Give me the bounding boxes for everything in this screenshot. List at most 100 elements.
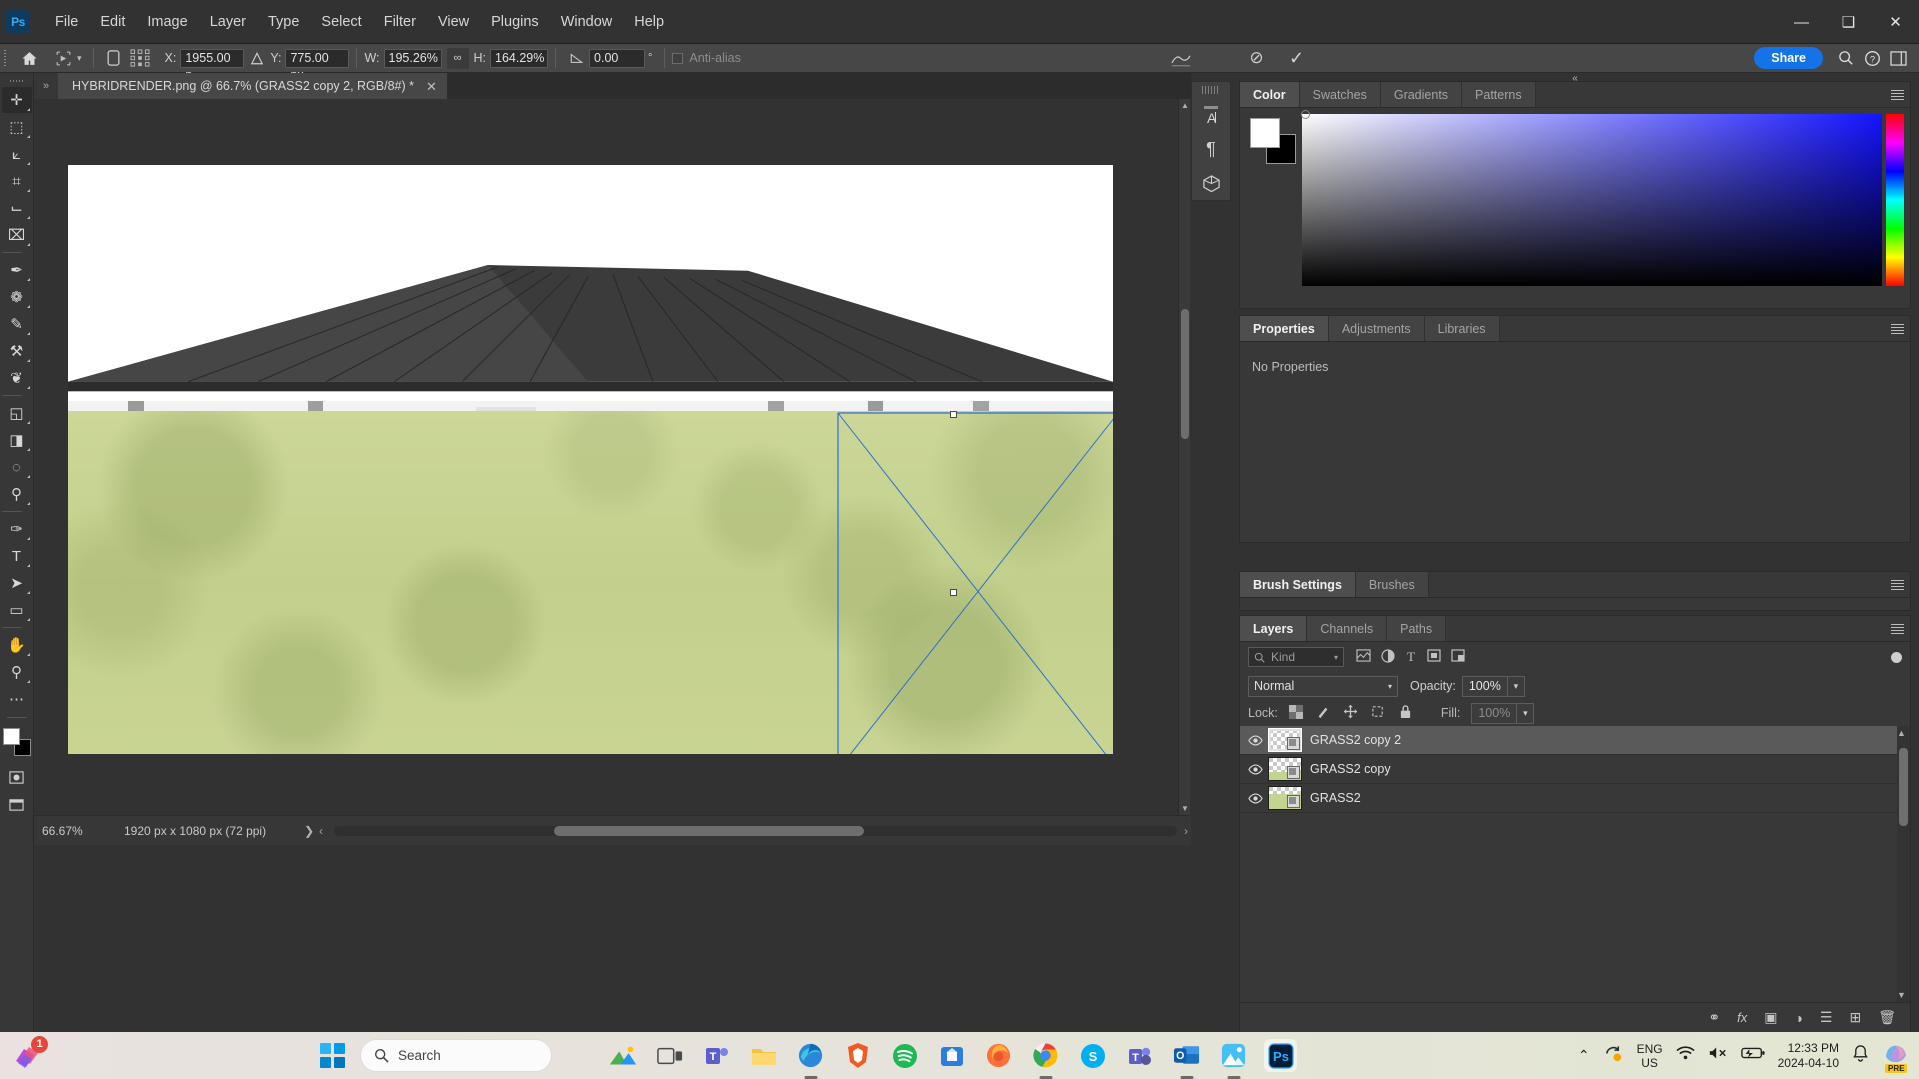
tab-adjustments[interactable]: Adjustments [1329,316,1425,341]
commit-transform-button[interactable]: ✓ [1284,46,1310,70]
menu-image[interactable]: Image [136,9,198,35]
panel-menu-icon[interactable] [1891,616,1904,642]
app-firefox-icon[interactable] [982,1039,1015,1072]
menu-select[interactable]: Select [310,9,372,35]
transform-handle-middle-left[interactable] [950,589,957,596]
menu-type[interactable]: Type [257,9,310,35]
blur-tool[interactable]: ◌ [2,454,32,480]
document-canvas[interactable] [68,165,1113,754]
scroll-down-icon[interactable]: ▼ [1179,802,1191,815]
foreground-color-swatch[interactable] [3,728,20,745]
chevron-down-icon[interactable]: ▾ [1388,682,1392,691]
menu-view[interactable]: View [427,9,480,35]
layer-mask-icon[interactable]: ▣ [1764,1009,1777,1026]
width-input[interactable]: 195.26% [384,49,442,68]
history-brush-tool[interactable]: ❦ [2,365,32,391]
scroll-up-icon[interactable]: ▲ [1895,728,1908,738]
scroll-up-icon[interactable]: ▲ [1179,99,1191,112]
hue-slider[interactable] [1886,114,1904,286]
rail-grip[interactable] [1202,86,1220,94]
frame-tool[interactable]: ⌧ [2,222,32,248]
scrollbar-thumb[interactable] [554,826,864,836]
layer-visibility-icon[interactable] [1242,735,1268,746]
status-expand-icon[interactable]: ❯ [304,824,314,838]
link-icon[interactable]: ∞ [447,48,469,69]
type-filter-icon[interactable]: T [1405,649,1417,666]
dodge-tool[interactable]: ⚲ [2,481,32,507]
document-tab[interactable]: HYBRIDRENDER.png @ 66.7% (GRASS2 copy 2,… [58,73,448,99]
bell-icon[interactable] [1852,1044,1869,1067]
app-taskview-icon[interactable] [653,1039,686,1072]
tab-channels[interactable]: Channels [1307,616,1387,641]
lock-image-pixels-icon[interactable] [1316,705,1330,722]
layer-style-icon[interactable]: fx [1737,1010,1747,1025]
layer-visibility-icon[interactable] [1242,764,1268,775]
menu-edit[interactable]: Edit [89,9,136,35]
screen-mode-icon[interactable] [2,791,32,817]
blend-mode-select[interactable]: Normal ▾ [1248,676,1398,697]
scroll-left-icon[interactable]: ‹ [319,824,323,838]
character-panel-icon[interactable]: A [1194,98,1228,132]
checkbox-box[interactable] [672,53,683,64]
fill-input[interactable]: 100% [1471,703,1517,724]
tab-paths[interactable]: Paths [1387,616,1446,641]
menu-file[interactable]: File [44,9,89,35]
color-swatches[interactable] [3,728,31,756]
delete-layer-icon[interactable]: 🗑 [1878,1009,1896,1026]
tray-language[interactable]: ENG US [1637,1042,1663,1070]
onedrive-sync-icon[interactable] [1603,1043,1624,1069]
tab-libraries[interactable]: Libraries [1425,316,1500,341]
minimize-button[interactable]: — [1778,0,1825,44]
app-chrome-icon[interactable] [1029,1039,1062,1072]
canvas-horizontal-scrollbar[interactable] [334,826,1177,836]
app-file-explorer-icon[interactable] [747,1039,780,1072]
brush-tool[interactable]: ✎ [2,311,32,337]
app-edge-icon[interactable] [794,1039,827,1072]
app-photoshop-icon[interactable]: Ps [1264,1039,1297,1072]
app-store-icon[interactable] [935,1039,968,1072]
menu-window[interactable]: Window [550,9,624,35]
move-tool[interactable]: ✛ [2,87,32,113]
lock-position-icon[interactable] [1343,704,1358,722]
tab-properties[interactable]: Properties [1240,316,1329,341]
x-input[interactable]: 1955.00 p [180,49,244,68]
volume-muted-icon[interactable] [1708,1045,1728,1066]
wifi-icon[interactable] [1676,1045,1695,1066]
panel-menu-icon[interactable] [1891,316,1904,342]
app-outlook-icon[interactable]: O [1170,1039,1203,1072]
layer-filter-kind-select[interactable]: Kind ▾ [1248,647,1344,667]
scrollbar-thumb[interactable] [1181,309,1189,439]
rectangle-tool[interactable]: ▭ [2,597,32,623]
layers-scrollbar[interactable]: ▲ ▼ [1897,726,1910,1002]
options-bar-grip[interactable] [0,44,9,73]
layer-thumbnail[interactable] [1268,786,1302,810]
path-selection-tool[interactable]: ➤ [2,570,32,596]
opacity-dropdown-icon[interactable]: ▾ [1508,676,1525,697]
search-icon[interactable] [1833,46,1859,70]
battery-charging-icon[interactable] [1741,1046,1765,1065]
hand-tool[interactable]: ✋ [2,632,32,658]
menu-plugins[interactable]: Plugins [480,9,550,35]
layer-thumbnail[interactable] [1268,757,1302,781]
zoom-level[interactable]: 66.67% [34,824,106,838]
zoom-tool[interactable]: ⚲ [2,659,32,685]
scroll-right-icon[interactable]: › [1184,824,1188,838]
layer-visibility-icon[interactable] [1242,793,1268,804]
tab-brush-settings[interactable]: Brush Settings [1240,572,1356,597]
tray-clock[interactable]: 12:33 PM 2024-04-10 [1778,1041,1839,1071]
edit-toolbar[interactable]: ⋯ [2,686,32,712]
start-button[interactable] [320,1043,346,1069]
link-layers-icon[interactable]: ⚭ [1708,1009,1720,1026]
lock-artboard-icon[interactable] [1371,705,1386,722]
close-icon[interactable]: ✕ [426,80,437,93]
menu-help[interactable]: Help [623,9,675,35]
menu-layer[interactable]: Layer [199,9,257,35]
taskbar-search[interactable]: Search [360,1039,552,1072]
color-panel-swatches[interactable] [1250,118,1296,164]
gradient-tool[interactable]: ◨ [2,427,32,453]
expand-panels-icon[interactable]: » [34,73,58,99]
app-spotify-icon[interactable] [888,1039,921,1072]
layer-row[interactable]: GRASS2 [1240,784,1910,813]
panel-menu-icon[interactable] [1891,572,1904,598]
y-input[interactable]: 775.00 px [285,49,349,68]
